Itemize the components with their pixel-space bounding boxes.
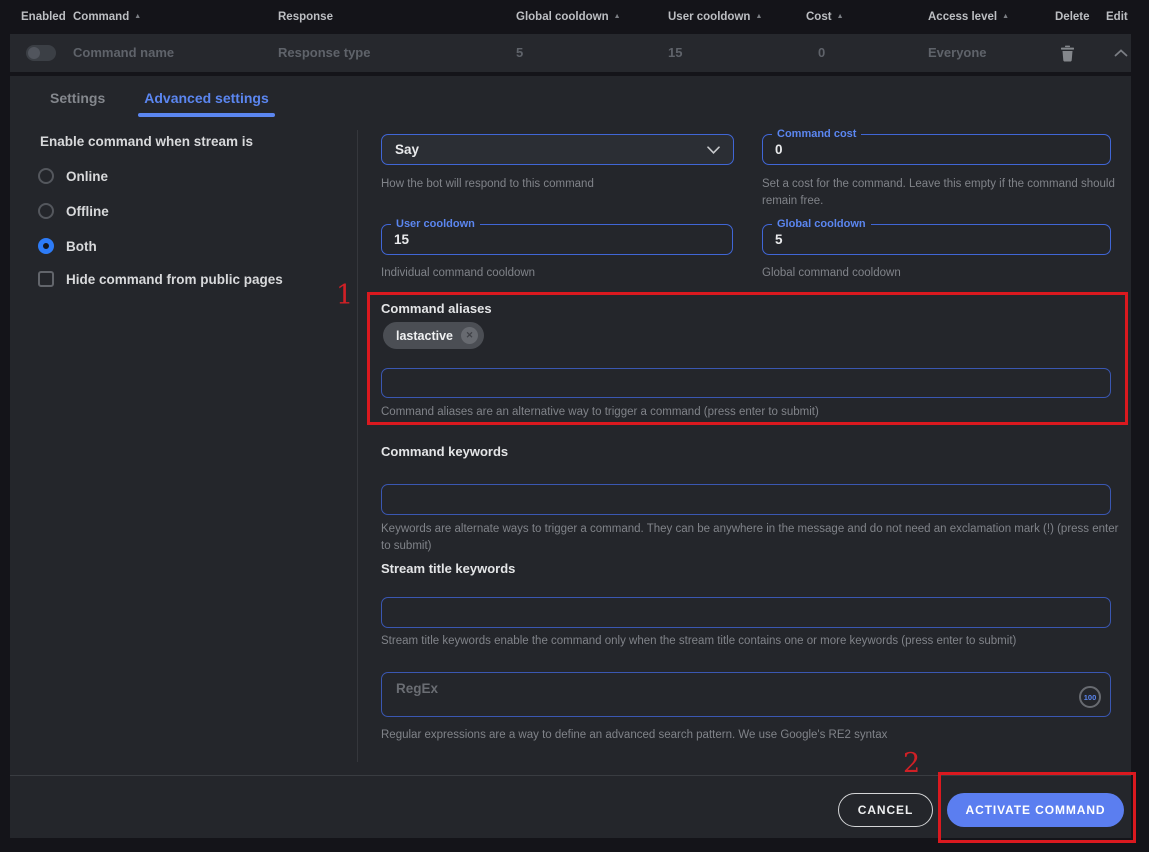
global-cooldown-helper: Global command cooldown <box>762 265 901 282</box>
command-keywords-input[interactable] <box>382 485 1110 514</box>
radio-circle-icon <box>38 168 54 184</box>
command-aliases-helper: Command aliases are an alternative way t… <box>381 404 1111 421</box>
radio-offline[interactable]: Offline <box>38 202 109 220</box>
sort-asc-icon: ▲ <box>1002 13 1009 20</box>
col-header-access-level-label: Access level <box>928 11 997 23</box>
checkbox-icon <box>38 271 54 287</box>
command-cost-label: Command cost <box>772 127 861 141</box>
chevron-down-icon <box>707 146 720 154</box>
tab-settings[interactable]: Settings <box>50 90 105 106</box>
global-cooldown-cell: 5 <box>516 34 523 72</box>
chevron-up-icon <box>1114 49 1128 57</box>
commands-manager-screen: Enabled Command ▲ Response Global cooldow… <box>0 0 1149 852</box>
delete-command-button[interactable] <box>1056 34 1078 72</box>
regex-input[interactable] <box>382 673 1110 716</box>
col-header-user-cooldown[interactable]: User cooldown ▲ <box>668 0 762 34</box>
enabled-toggle[interactable] <box>26 45 56 61</box>
regex-field: 100 <box>381 672 1111 717</box>
alias-remove-icon[interactable]: ✕ <box>461 327 478 344</box>
regex-char-counter: 100 <box>1079 686 1101 708</box>
tab-advanced-settings[interactable]: Advanced settings <box>138 90 275 106</box>
column-divider <box>357 130 358 762</box>
command-keywords-label: Command keywords <box>381 444 508 459</box>
command-aliases-input[interactable] <box>382 369 1110 397</box>
response-type-cell: Response type <box>278 34 370 72</box>
command-editor-panel: Settings Advanced settings Enable comman… <box>10 76 1131 838</box>
user-cooldown-label: User cooldown <box>391 217 480 231</box>
sort-asc-icon: ▲ <box>134 13 141 20</box>
col-header-enabled: Enabled <box>21 0 66 34</box>
radio-both-label: Both <box>66 239 97 254</box>
toggle-knob-icon <box>28 47 40 59</box>
radio-online-label: Online <box>66 169 108 184</box>
radio-selected-icon <box>38 238 54 254</box>
stream-title-keywords-input[interactable] <box>382 598 1110 627</box>
collapse-row-button[interactable] <box>1110 34 1132 72</box>
sort-asc-icon: ▲ <box>614 13 621 20</box>
col-header-access-level[interactable]: Access level ▲ <box>928 0 1009 34</box>
user-cooldown-field: User cooldown <box>381 224 733 255</box>
activate-command-button[interactable]: ACTIVATE COMMAND <box>947 793 1124 827</box>
sort-asc-icon: ▲ <box>755 13 762 20</box>
alias-chip: lastactive ✕ <box>383 322 484 349</box>
stream-title-keywords-field <box>381 597 1111 628</box>
user-cooldown-helper: Individual command cooldown <box>381 265 535 282</box>
footer-divider <box>10 775 1131 776</box>
user-cooldown-cell: 15 <box>668 34 682 72</box>
col-header-global-cooldown[interactable]: Global cooldown ▲ <box>516 0 621 34</box>
command-name-cell: Command name <box>73 34 174 72</box>
global-cooldown-label: Global cooldown <box>772 217 871 231</box>
col-header-cost[interactable]: Cost ▲ <box>806 0 844 34</box>
radio-both[interactable]: Both <box>38 237 97 255</box>
command-aliases-label: Command aliases <box>381 301 492 316</box>
hide-command-checkbox[interactable]: Hide command from public pages <box>38 270 283 288</box>
col-header-global-cooldown-label: Global cooldown <box>516 11 609 23</box>
trash-icon <box>1060 45 1075 62</box>
stream-title-keywords-helper: Stream title keywords enable the command… <box>381 633 1121 650</box>
stream-title-keywords-label: Stream title keywords <box>381 561 515 576</box>
active-tab-underline <box>138 113 275 117</box>
radio-offline-label: Offline <box>66 204 109 219</box>
command-keywords-helper: Keywords are alternate ways to trigger a… <box>381 521 1126 554</box>
command-cost-field: Command cost <box>762 134 1111 165</box>
response-type-select[interactable]: Say <box>381 134 734 165</box>
alias-chip-text: lastactive <box>396 329 453 343</box>
response-type-helper: How the bot will respond to this command <box>381 176 721 193</box>
col-header-user-cooldown-label: User cooldown <box>668 11 750 23</box>
hide-command-checkbox-label: Hide command from public pages <box>66 272 283 287</box>
sort-asc-icon: ▲ <box>837 13 844 20</box>
col-header-command-label: Command <box>73 11 129 23</box>
cost-cell: 0 <box>818 34 825 72</box>
cancel-button[interactable]: CANCEL <box>838 793 933 827</box>
response-type-value: Say <box>395 142 419 157</box>
command-aliases-field <box>381 368 1111 398</box>
stream-state-group-label: Enable command when stream is <box>40 134 253 149</box>
global-cooldown-field: Global cooldown <box>762 224 1111 255</box>
command-cost-helper: Set a cost for the command. Leave this e… <box>762 176 1130 209</box>
radio-online[interactable]: Online <box>38 167 108 185</box>
command-row: Command name Response type 5 15 0 Everyo… <box>10 34 1131 72</box>
regex-helper: Regular expressions are a way to define … <box>381 727 1121 744</box>
col-header-cost-label: Cost <box>806 11 832 23</box>
col-header-command[interactable]: Command ▲ <box>73 0 141 34</box>
col-header-delete: Delete <box>1055 0 1090 34</box>
command-keywords-field <box>381 484 1111 515</box>
col-header-edit: Edit <box>1106 0 1128 34</box>
access-level-cell: Everyone <box>928 34 987 72</box>
col-header-response: Response <box>278 0 333 34</box>
radio-circle-icon <box>38 203 54 219</box>
